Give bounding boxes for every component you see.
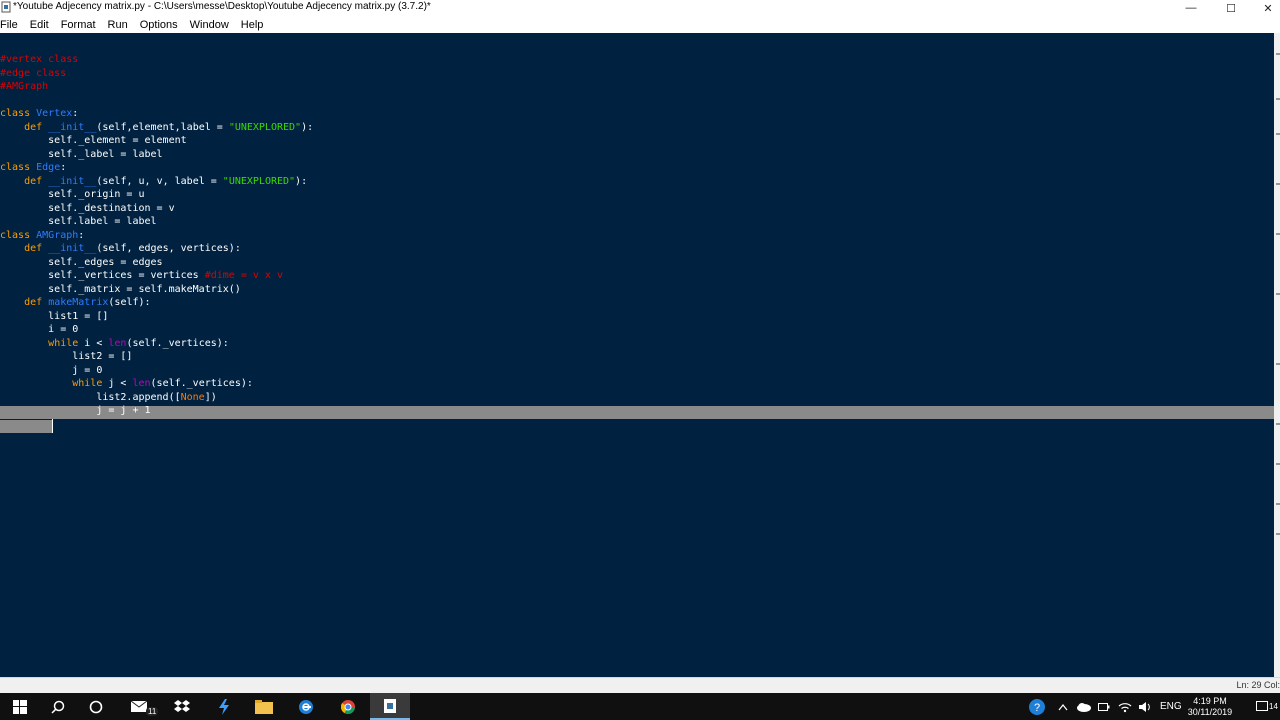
scroll-mark <box>1276 293 1280 295</box>
code-line[interactable]: #AMGraph <box>0 80 313 94</box>
visual-studio-code-icon[interactable] <box>204 693 244 720</box>
scroll-mark <box>1276 183 1280 185</box>
scroll-mark <box>1276 463 1280 465</box>
menu-window[interactable]: Window <box>190 19 229 31</box>
code-line[interactable]: class Edge: <box>0 161 313 175</box>
dropbox-icon[interactable] <box>162 693 202 720</box>
cortana-icon[interactable] <box>76 693 116 720</box>
python-idle-taskbar-icon[interactable] <box>370 693 410 720</box>
scroll-mark <box>1276 503 1280 505</box>
clock-date: 30/11/2019 <box>1187 707 1233 717</box>
menu-edit[interactable]: Edit <box>30 19 49 31</box>
code-line[interactable]: #edge class <box>0 67 313 81</box>
scroll-mark <box>1276 363 1280 365</box>
code-editor[interactable]: #vertex class #edge class #AMGraph class V… <box>0 33 1274 677</box>
code-line[interactable]: #vertex class <box>0 53 313 67</box>
code-line[interactable]: self._destination = v <box>0 202 313 216</box>
vertical-scrollbar[interactable] <box>1274 33 1280 677</box>
show-hidden-icons-chevron-up-icon[interactable] <box>1058 693 1068 720</box>
code-line[interactable]: list2.append([None]) <box>0 391 313 405</box>
clock-time: 4:19 PM <box>1193 696 1227 706</box>
action-center-icon[interactable]: 14 <box>1254 693 1280 720</box>
scroll-mark <box>1276 53 1280 55</box>
close-button[interactable]: ✕ <box>1256 0 1280 16</box>
scroll-mark <box>1276 133 1280 135</box>
code-line[interactable]: def __init__(self,element,label = "UNEXP… <box>0 121 313 135</box>
help-icon[interactable]: ? <box>1028 698 1046 716</box>
code-line[interactable]: self._edges = edges <box>0 256 313 270</box>
volume-icon[interactable] <box>1138 693 1152 720</box>
language-indicator[interactable]: ENG <box>1160 693 1182 720</box>
code-line[interactable]: j = 0 <box>0 364 313 378</box>
windows-start-icon[interactable] <box>0 693 40 720</box>
system-clock[interactable]: 4:19 PM 30/11/2019 <box>1180 696 1240 718</box>
code-line[interactable]: self._matrix = self.makeMatrix() <box>0 283 313 297</box>
code-line[interactable]: i = 0 <box>0 323 313 337</box>
menu-bar: File Edit Format Run Options Window Help <box>0 16 1280 33</box>
text-cursor <box>52 419 53 433</box>
code-line[interactable]: self._label = label <box>0 148 313 162</box>
maximize-icon: ☐ <box>1226 2 1236 15</box>
scroll-mark <box>1276 98 1280 100</box>
mail-icon[interactable]: 11 <box>120 693 160 720</box>
menu-run[interactable]: Run <box>108 19 128 31</box>
status-bar: Ln: 29 Col: <box>0 677 1280 693</box>
scroll-mark <box>1276 233 1280 235</box>
code-line[interactable]: while j < len(self._vertices): <box>0 377 313 391</box>
cursor-position: Ln: 29 Col: <box>1236 680 1280 690</box>
python-idle-icon <box>1 1 11 13</box>
code-line[interactable]: j = j + 1 <box>0 404 313 418</box>
code-line[interactable]: def __init__(self, edges, vertices): <box>0 242 313 256</box>
code-line[interactable] <box>0 94 313 108</box>
wifi-icon[interactable] <box>1118 693 1132 720</box>
search-icon[interactable] <box>38 693 78 720</box>
notification-count: 14 <box>1269 702 1278 711</box>
chrome-icon[interactable] <box>328 693 368 720</box>
code-line[interactable]: self._element = element <box>0 134 313 148</box>
minimize-button[interactable]: — <box>1176 0 1206 16</box>
onedrive-cloud-icon[interactable] <box>1076 693 1092 720</box>
code-line[interactable]: self.label = label <box>0 215 313 229</box>
code-line[interactable]: self._origin = u <box>0 188 313 202</box>
menu-format[interactable]: Format <box>61 19 96 31</box>
close-icon: ✕ <box>1263 2 1273 15</box>
code-line[interactable]: def __init__(self, u, v, label = "UNEXPL… <box>0 175 313 189</box>
menu-file[interactable]: File <box>0 19 18 31</box>
code-line[interactable] <box>0 418 313 432</box>
window-title: *Youtube Adjecency matrix.py - C:\Users\… <box>13 1 431 12</box>
file-explorer-icon[interactable] <box>244 693 284 720</box>
menu-options[interactable]: Options <box>140 19 178 31</box>
code-line[interactable]: def makeMatrix(self): <box>0 296 313 310</box>
code-line[interactable]: class Vertex: <box>0 107 313 121</box>
code-text[interactable]: #vertex class #edge class #AMGraph class V… <box>0 53 313 431</box>
code-line[interactable]: while i < len(self._vertices): <box>0 337 313 351</box>
title-bar: *Youtube Adjecency matrix.py - C:\Users\… <box>0 0 1280 16</box>
taskbar: 11 ? ENG 4:19 PM 30/11/2019 14 <box>0 693 1280 720</box>
svg-text:?: ? <box>1034 702 1040 714</box>
menu-help[interactable]: Help <box>241 19 264 31</box>
code-line[interactable]: list2 = [] <box>0 350 313 364</box>
scroll-mark <box>1276 423 1280 425</box>
battery-icon[interactable] <box>1098 693 1110 720</box>
code-line[interactable]: class AMGraph: <box>0 229 313 243</box>
edge-browser-icon[interactable] <box>286 693 326 720</box>
mail-badge: 11 <box>146 707 159 716</box>
maximize-button[interactable]: ☐ <box>1216 0 1246 16</box>
scroll-mark <box>1276 533 1280 535</box>
code-line[interactable]: list1 = [] <box>0 310 313 324</box>
language-label: ENG <box>1160 701 1182 712</box>
minimize-icon: — <box>1185 2 1197 14</box>
code-line[interactable]: self._vertices = vertices #dime = v x v <box>0 269 313 283</box>
